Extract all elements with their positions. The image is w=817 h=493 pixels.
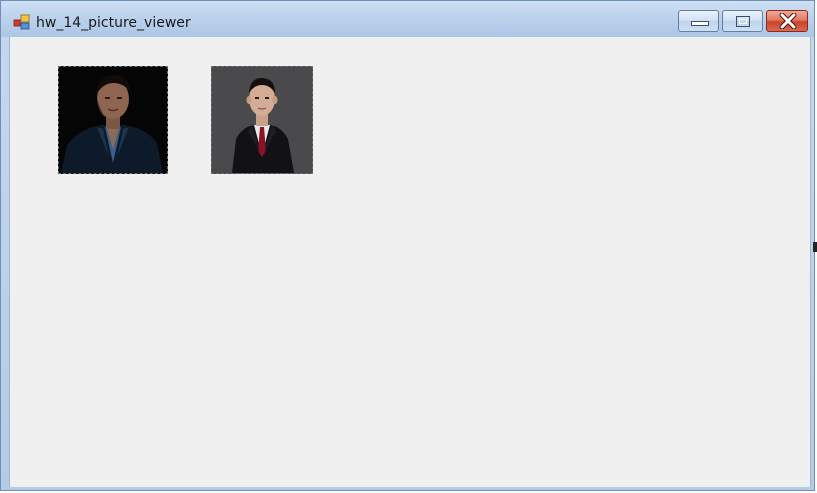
picture-box-1[interactable] [58, 66, 168, 174]
forms-app-icon [13, 14, 30, 30]
portrait-man-in-suit [212, 67, 312, 173]
title-bar[interactable]: hw_14_picture_viewer [1, 1, 814, 37]
maximize-button[interactable] [722, 10, 763, 32]
window-title: hw_14_picture_viewer [36, 15, 191, 31]
picture-box-2[interactable] [211, 66, 313, 174]
window-edge-marker [813, 242, 817, 252]
form-client-area [9, 37, 811, 487]
minimize-icon [691, 21, 709, 26]
maximize-icon [736, 16, 750, 27]
close-button[interactable] [766, 10, 808, 32]
app-window: hw_14_picture_viewer [0, 0, 815, 491]
minimize-button[interactable] [678, 10, 719, 32]
portrait-man-dark-background [59, 67, 167, 173]
close-icon [779, 13, 797, 29]
